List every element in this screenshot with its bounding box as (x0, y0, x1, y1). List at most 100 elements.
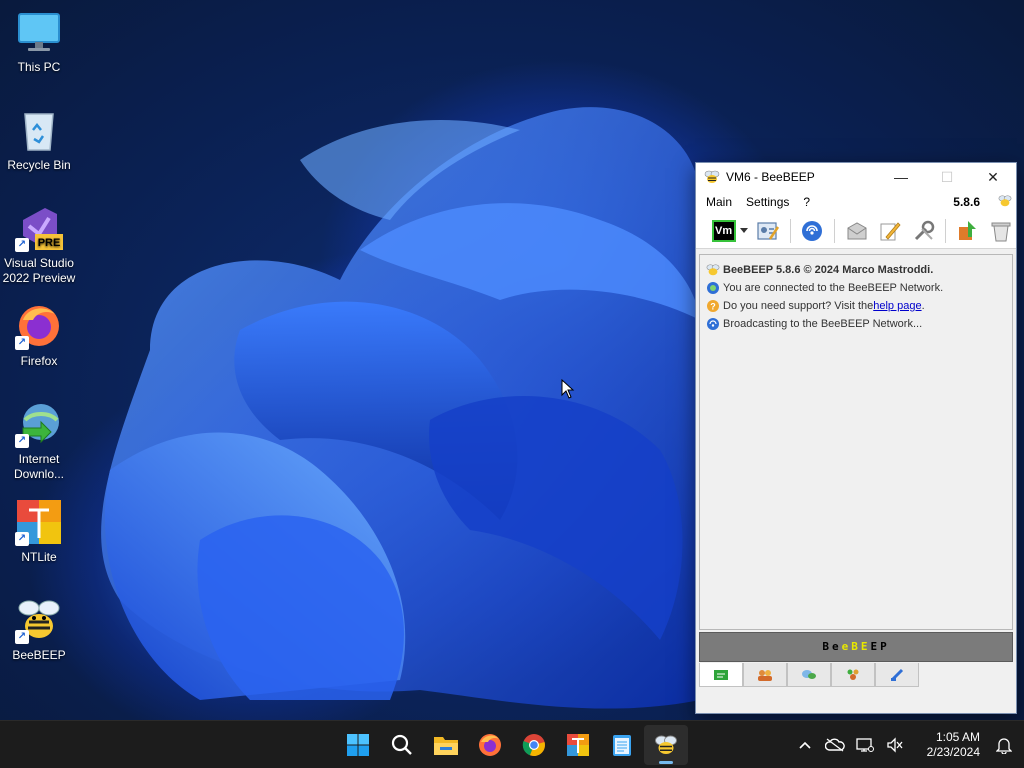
vm-status-badge: Vm (711, 219, 736, 242)
group-chat-tab-icon (847, 669, 859, 680)
notifications-button[interactable] (984, 725, 1024, 765)
brand-letter: E (870, 640, 881, 653)
toolbar-separator (945, 218, 947, 243)
beebeep-icon (655, 735, 677, 754)
network-icon (802, 220, 823, 241)
trash-button[interactable] (987, 216, 1016, 246)
volume-button[interactable] (880, 725, 910, 765)
clock[interactable]: 1:05 AM 2/23/2024 (910, 730, 980, 760)
chat-tab-icon (714, 669, 728, 680)
network-status-button[interactable] (850, 725, 880, 765)
svg-text:?: ? (710, 302, 716, 312)
show-hidden-icons-button[interactable] (790, 725, 820, 765)
desktop-icon-label: This PC (17, 60, 61, 74)
bee-version-icon (998, 195, 1012, 207)
toolbar: Vm (696, 213, 1016, 249)
start-button[interactable] (336, 725, 380, 765)
brand-letter: B (851, 640, 861, 653)
onedrive-button[interactable] (820, 725, 850, 765)
edit-profile-icon (757, 221, 779, 240)
menu-main[interactable]: Main (706, 195, 732, 209)
ntlite-icon: ↗ (15, 498, 63, 546)
chrome-taskbar-button[interactable] (512, 725, 556, 765)
trash-icon (991, 222, 1011, 241)
notepad-taskbar-button[interactable] (600, 725, 644, 765)
firefox-icon: ↗ (15, 302, 63, 350)
mail-button[interactable] (842, 216, 871, 246)
tab-groups[interactable] (787, 663, 831, 687)
beebeep-taskbar-button[interactable] (644, 725, 688, 765)
maximize-button[interactable]: ☐ (924, 163, 970, 191)
network-button[interactable] (798, 216, 827, 246)
desktop-icon-ntlite[interactable]: ↗ NTLite (2, 498, 76, 565)
broadcast-icon (707, 318, 719, 330)
ntlite-icon (567, 734, 589, 756)
clock-date: 2/23/2024 (926, 745, 980, 759)
tab-users[interactable] (743, 663, 787, 687)
tab-files[interactable] (875, 663, 919, 687)
firefox-icon (479, 734, 501, 756)
tools-button[interactable] (909, 216, 938, 246)
bell-icon (996, 738, 1012, 754)
menu-bar: Main Settings ? 5.8.6 (696, 191, 1016, 213)
chat-message: You are connected to the BeeBEEP Network… (706, 279, 1006, 297)
groups-tab-icon (802, 669, 816, 679)
shortcut-arrow-icon: ↗ (15, 238, 29, 252)
menu-settings[interactable]: Settings (746, 195, 789, 209)
file-explorer-icon (434, 737, 458, 755)
chat-message: BeeBEEP 5.8.6 © 2024 Marco Mastroddi. (706, 261, 1006, 279)
mail-icon (847, 221, 867, 239)
file-explorer-button[interactable] (424, 725, 468, 765)
desktop-icon-beebeep[interactable]: ↗ BeeBEEP (2, 596, 76, 663)
status-dropdown-button[interactable]: Vm (710, 216, 749, 246)
windows-start-icon (347, 734, 369, 756)
desktop-icon-label: BeeBEEP (12, 648, 66, 662)
window-title: VM6 - BeeBEEP (726, 170, 815, 184)
ntlite-taskbar-button[interactable] (556, 725, 600, 765)
svg-text:PRE: PRE (38, 237, 61, 249)
plugin-button[interactable] (953, 216, 982, 246)
help-page-link[interactable]: help page (873, 300, 921, 312)
beebeep-window[interactable]: VM6 - BeeBEEP — ☐ ✕ Main Settings ? 5.8.… (695, 162, 1017, 714)
firefox-taskbar-button[interactable] (468, 725, 512, 765)
desktop-icon-recycle-bin[interactable]: Recycle Bin (2, 106, 76, 173)
desktop-icon-internet-download-manager[interactable]: ↗ Internet Downlo... (2, 400, 76, 482)
bee-icon (706, 264, 720, 276)
tab-group-chat[interactable] (831, 663, 875, 687)
recycle-bin-icon (15, 106, 63, 154)
view-tabs (699, 663, 919, 687)
network-icon (856, 738, 874, 752)
edit-profile-button[interactable] (753, 216, 782, 246)
write-button[interactable] (875, 216, 904, 246)
notepad-icon (613, 735, 631, 756)
desktop-icon-this-pc[interactable]: This PC (2, 8, 76, 75)
volume-muted-icon (887, 737, 903, 753)
close-button[interactable]: ✕ (970, 163, 1016, 191)
brand-letter: E (860, 640, 871, 653)
desktop-icon-label: Visual Studio 2022 Preview (2, 256, 76, 285)
bee-app-icon (704, 170, 720, 183)
connected-icon (707, 282, 719, 294)
chrome-icon (522, 734, 545, 757)
window-titlebar[interactable]: VM6 - BeeBEEP — ☐ ✕ (696, 163, 1016, 191)
desktop-icon-firefox[interactable]: ↗ Firefox (2, 302, 76, 369)
taskbar: 1:05 AM 2/23/2024 (0, 720, 1024, 768)
desktop-icon-label: NTLite (21, 550, 57, 564)
search-button[interactable] (380, 725, 424, 765)
tab-chat[interactable] (699, 663, 743, 687)
minimize-button[interactable]: — (878, 163, 924, 191)
bee-icon: ↗ (15, 596, 63, 644)
clock-time: 1:05 AM (935, 730, 980, 744)
internet-download-manager-icon: ↗ (15, 400, 63, 448)
chevron-down-icon (739, 228, 748, 233)
brand-letter: e (841, 640, 852, 653)
shortcut-arrow-icon: ↗ (15, 434, 29, 448)
chat-area[interactable]: BeeBEEP 5.8.6 © 2024 Marco Mastroddi. Yo… (699, 254, 1013, 630)
menu-help[interactable]: ? (803, 195, 810, 209)
brand-letter: B (822, 640, 832, 653)
files-tab-icon (890, 668, 904, 681)
desktop-icon-visual-studio[interactable]: PRE ↗ Visual Studio 2022 Preview (2, 204, 76, 286)
chevron-up-icon (799, 741, 811, 749)
tools-icon (914, 220, 934, 240)
beebeep-brand-bar: BeeBEEP (699, 632, 1013, 662)
